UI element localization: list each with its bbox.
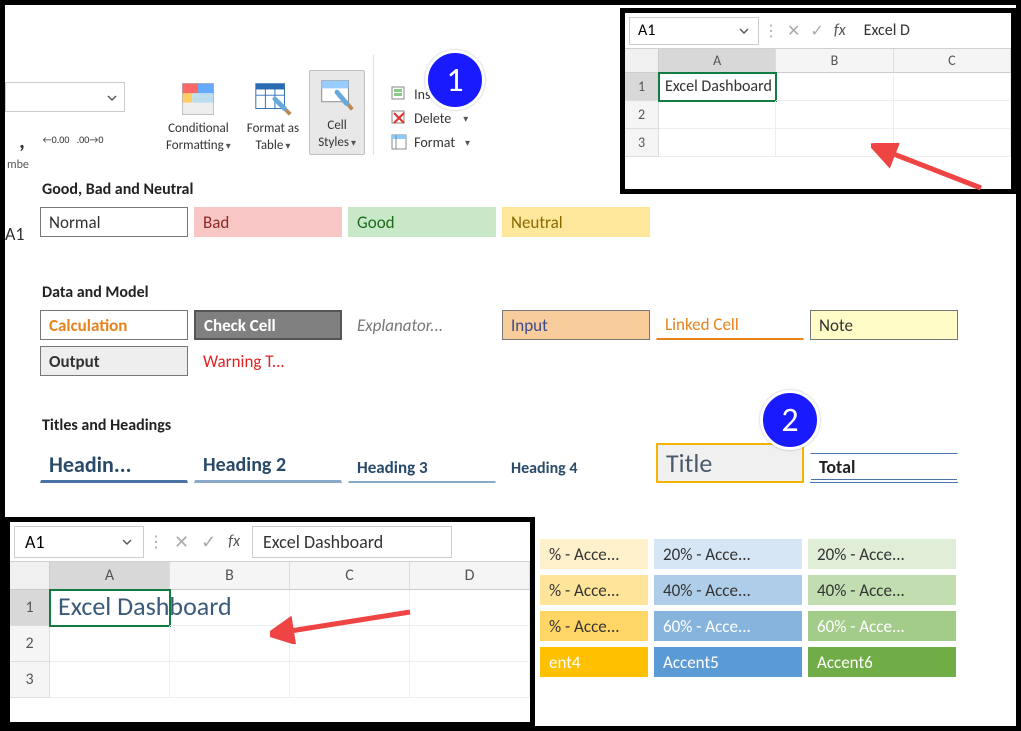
- col-header-c[interactable]: C: [290, 562, 410, 590]
- conditional-formatting-button[interactable]: Conditional Formatting▾: [160, 76, 237, 155]
- select-all-corner[interactable]: [625, 49, 659, 73]
- row-header-3[interactable]: 3: [10, 662, 50, 698]
- after-formula-bar[interactable]: Excel Dashboard: [252, 526, 452, 558]
- style-heading-3[interactable]: Heading 3: [348, 453, 496, 483]
- col-header-a[interactable]: A: [659, 49, 776, 73]
- style-heading-4[interactable]: Heading 4: [502, 453, 650, 483]
- comma-style-button[interactable]: ,: [9, 128, 35, 152]
- row-header-3[interactable]: 3: [625, 129, 659, 157]
- style-calculation[interactable]: Calculation: [40, 310, 188, 340]
- style-explanatory[interactable]: Explanator...: [348, 310, 496, 340]
- before-cell-a1[interactable]: Excel Dashboard: [659, 73, 776, 101]
- before-cell-c1[interactable]: [894, 73, 1011, 101]
- delete-icon: [390, 109, 408, 127]
- top-name-box-dropdown[interactable]: [5, 82, 125, 112]
- col-header-d[interactable]: D: [410, 562, 530, 590]
- style-60-accent6[interactable]: 60% - Acce...: [808, 611, 956, 641]
- style-heading-1[interactable]: Headin...: [40, 447, 188, 483]
- number-group-label: mbe: [5, 158, 29, 172]
- style-accent4[interactable]: ent4: [540, 647, 648, 677]
- style-warning-text[interactable]: Warning T...: [194, 346, 342, 376]
- style-heading-2[interactable]: Heading 2: [194, 449, 342, 483]
- col-header-b[interactable]: B: [170, 562, 290, 590]
- delete-cells-button[interactable]: Delete▾: [390, 109, 470, 127]
- row-header-2[interactable]: 2: [625, 101, 659, 129]
- cancel-icon[interactable]: ✕: [787, 21, 800, 41]
- style-neutral[interactable]: Neutral: [502, 207, 650, 237]
- format-icon: [390, 133, 408, 151]
- style-total[interactable]: Total: [810, 453, 958, 483]
- section-data-model: Data and Model: [42, 283, 1015, 302]
- style-40-accent4[interactable]: % - Acce...: [540, 575, 648, 605]
- style-40-accent5[interactable]: 40% - Acce...: [654, 575, 802, 605]
- before-name-box[interactable]: A1: [629, 17, 759, 45]
- cell-styles-button[interactable]: Cell Styles▾: [309, 70, 365, 155]
- insert-icon: [390, 85, 408, 103]
- format-as-table-button[interactable]: Format as Table▾: [241, 76, 305, 155]
- style-20-accent5[interactable]: 20% - Acce...: [654, 539, 802, 569]
- format-cells-button[interactable]: Format▾: [390, 133, 470, 151]
- left-a1-label: A1: [5, 223, 25, 245]
- fx-icon[interactable]: fx: [228, 532, 240, 551]
- style-20-accent4[interactable]: % - Acce...: [540, 539, 648, 569]
- inc-decimal-button[interactable]: ←0.00: [43, 128, 69, 152]
- style-60-accent5[interactable]: 60% - Acce...: [654, 611, 802, 641]
- arrow-icon: [871, 143, 991, 193]
- arrow-icon: [270, 604, 420, 644]
- style-note[interactable]: Note: [810, 310, 958, 340]
- col-header-b[interactable]: B: [776, 49, 893, 73]
- after-cell-a1[interactable]: Excel Dashboard: [50, 590, 170, 626]
- style-good[interactable]: Good: [348, 207, 496, 237]
- style-input[interactable]: Input: [502, 310, 650, 340]
- before-formula-bar[interactable]: Excel D: [854, 21, 1011, 40]
- enter-icon[interactable]: ✓: [201, 531, 216, 553]
- style-accent6[interactable]: Accent6: [808, 647, 956, 677]
- style-check-cell[interactable]: Check Cell: [194, 310, 342, 340]
- after-name-box[interactable]: A1: [14, 526, 144, 558]
- section-titles-headings: Titles and Headings: [42, 416, 1015, 435]
- style-40-accent6[interactable]: 40% - Acce...: [808, 575, 956, 605]
- style-20-accent6[interactable]: 20% - Acce...: [808, 539, 956, 569]
- tutorial-badge-2: 2: [760, 390, 820, 450]
- col-header-c[interactable]: C: [894, 49, 1011, 73]
- row-header-1[interactable]: 1: [10, 590, 50, 626]
- style-accent5[interactable]: Accent5: [654, 647, 802, 677]
- enter-icon[interactable]: ✓: [810, 21, 823, 41]
- style-output[interactable]: Output: [40, 346, 188, 376]
- style-normal[interactable]: Normal: [40, 207, 188, 237]
- after-callout: A1 ⋮ ✕ ✓ fx Excel Dashboard A B C D 1 Ex…: [5, 517, 535, 727]
- style-bad[interactable]: Bad: [194, 207, 342, 237]
- row-header-1[interactable]: 1: [625, 73, 659, 101]
- before-cell-b1[interactable]: [776, 73, 893, 101]
- select-all-corner[interactable]: [10, 562, 50, 590]
- dec-decimal-button[interactable]: .00→0: [77, 128, 103, 152]
- cancel-icon[interactable]: ✕: [174, 531, 189, 553]
- style-linked-cell[interactable]: Linked Cell: [656, 310, 804, 340]
- col-header-a[interactable]: A: [50, 562, 170, 590]
- tutorial-badge-1: 1: [425, 50, 485, 110]
- style-60-accent4[interactable]: % - Acce...: [540, 611, 648, 641]
- row-header-2[interactable]: 2: [10, 626, 50, 662]
- fx-icon[interactable]: fx: [834, 21, 846, 40]
- before-callout: A1 ⋮ ✕ ✓ fx Excel D A B C 1 Excel Dashbo…: [620, 8, 1016, 194]
